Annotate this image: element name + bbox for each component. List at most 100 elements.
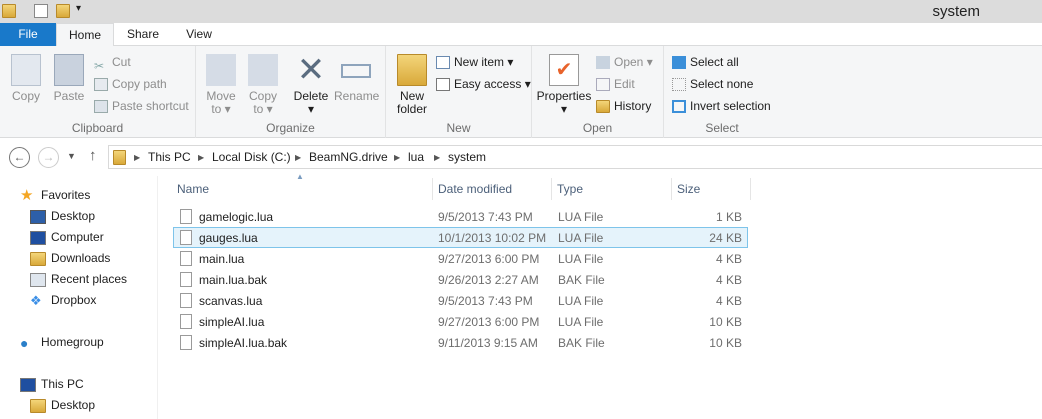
forward-button[interactable]: → [38,147,59,168]
move-to-button[interactable]: Move to ▾ [202,54,240,116]
back-button[interactable]: ← [9,147,30,168]
file-size: 24 KB [709,231,742,245]
copy-path-button[interactable]: Copy path [94,74,167,94]
organize-label: Organize [266,121,315,135]
column-header-size[interactable]: Size [672,178,751,200]
easy-access-button[interactable]: Easy access ▾ [436,74,531,94]
file-date: 9/5/2013 7:43 PM [438,210,533,224]
nav-pc-desktop[interactable]: Desktop [30,395,95,415]
file-size: 10 KB [709,315,742,329]
delete-button[interactable]: ✕ Delete ▾ [292,51,330,116]
file-row[interactable]: simpleAI.lua.bak 9/11/2013 9:15 AM BAK F… [173,332,748,353]
select-none-button[interactable]: Select none [672,74,753,94]
history-icon [596,100,610,114]
nav-favorites[interactable]: ★ Favorites [20,185,90,205]
select-all-button[interactable]: Select all [672,52,739,72]
file-row[interactable]: gauges.lua 10/1/2013 10:02 PM LUA File 2… [173,227,748,248]
column-header-name[interactable]: Name [172,178,433,200]
nav-computer[interactable]: Computer [30,227,104,247]
navigation-pane: ★ Favorites Desktop Computer Downloads Re… [0,176,158,419]
rename-button[interactable]: Rename [334,54,379,103]
new-item-button[interactable]: New item ▾ [436,52,513,72]
easy-access-icon [436,78,450,92]
homegroup-icon: ● [20,334,29,351]
breadcrumb-beamng[interactable]: BeamNG.drive [309,150,388,164]
file-row[interactable]: scanvas.lua 9/5/2013 7:43 PM LUA File 4 … [173,290,748,311]
cut-button[interactable]: ✂ Cut [94,52,131,73]
copy-button[interactable]: Copy [6,54,46,103]
new-folder-button[interactable]: New folder [392,54,432,116]
file-row[interactable]: simpleAI.lua 9/27/2013 6:00 PM LUA File … [173,311,748,332]
column-header-date[interactable]: Date modified [433,178,552,200]
nav-dropbox[interactable]: ❖ Dropbox [30,290,96,310]
move-to-icon [206,54,236,86]
delete-x-icon: ✕ [296,51,326,89]
properties-qa-icon[interactable] [34,4,48,18]
file-size: 1 KB [715,210,742,224]
tab-home[interactable]: Home [56,23,114,47]
file-name: gauges.lua [199,231,258,245]
breadcrumb-separator[interactable]: ▶ [198,153,204,162]
open-label: Open [582,121,613,135]
file-row[interactable]: gamelogic.lua 9/5/2013 7:43 PM LUA File … [173,206,748,227]
breadcrumb-this-pc[interactable]: This PC [148,150,191,164]
open-button[interactable]: Open ▾ [596,52,653,72]
desktop-folder-icon [30,398,46,413]
breadcrumb-separator[interactable]: ▶ [295,153,301,162]
file-type: BAK File [558,336,605,350]
paste-icon [54,54,84,86]
window-title: system [932,3,980,20]
breadcrumb-separator[interactable]: ▶ [134,153,140,162]
file-name: main.lua.bak [199,273,268,287]
file-size: 4 KB [715,273,742,287]
breadcrumb-lua[interactable]: lua [408,150,424,164]
tab-share[interactable]: Share [114,23,172,46]
file-name: main.lua [199,252,245,266]
new-folder-qa-icon[interactable] [56,4,70,18]
breadcrumb-system[interactable]: system [448,150,486,164]
nav-desktop[interactable]: Desktop [30,206,95,226]
history-button[interactable]: History [596,96,651,116]
folder-icon [2,4,16,18]
downloads-icon [30,251,46,266]
file-size: 10 KB [709,336,742,350]
clipboard-label: Clipboard [71,121,124,135]
nav-this-pc[interactable]: This PC [20,374,84,394]
desktop-icon [30,209,46,224]
breadcrumb-separator[interactable]: ▶ [394,153,400,162]
clipboard-group: Copy Paste ✂ Cut Copy path Paste shortcut… [0,46,196,138]
file-size: 4 KB [715,252,742,266]
file-type: LUA File [558,231,604,245]
address-bar[interactable]: ▶ This PC ▶ Local Disk (C:) ▶ BeamNG.dri… [108,145,1042,169]
file-icon [180,230,192,245]
nav-recent-places[interactable]: Recent places [30,269,127,289]
open-icon [596,56,610,70]
tab-view[interactable]: View [172,23,226,46]
pc-icon [20,377,36,392]
recent-locations-dropdown[interactable]: ▼ [67,151,76,161]
column-header-type[interactable]: Type [552,178,672,200]
paste-button[interactable]: Paste [50,54,88,103]
paste-shortcut-button[interactable]: Paste shortcut [94,96,189,116]
nav-homegroup[interactable]: ● Homegroup [20,332,104,352]
new-folder-icon [397,54,427,86]
file-type: LUA File [558,252,604,266]
properties-button[interactable]: ✔ Properties ▾ [536,54,592,116]
organize-group: Move to ▾ Copy to ▾ ✕ Delete ▾ Rename Organi… [196,46,386,138]
file-row[interactable]: main.lua.bak 9/26/2013 2:27 AM BAK File … [173,269,748,290]
file-icon [180,272,192,287]
nav-downloads[interactable]: Downloads [30,248,110,268]
up-button[interactable]: ↑ [89,147,97,164]
edit-button[interactable]: Edit [596,74,635,94]
recent-places-icon [30,272,46,287]
copy-to-button[interactable]: Copy to ▾ [244,54,282,116]
file-name: scanvas.lua [199,294,263,308]
customize-qa-dropdown[interactable]: ▾ [76,3,81,14]
copy-icon [11,54,41,86]
file-row[interactable]: main.lua 9/27/2013 6:00 PM LUA File 4 KB [173,248,748,269]
breadcrumb-local-disk[interactable]: Local Disk (C:) [212,150,291,164]
open-group: ✔ Properties ▾ Open ▾ Edit History Open [532,46,664,138]
invert-selection-button[interactable]: Invert selection [672,96,771,116]
breadcrumb-separator[interactable]: ▶ [434,153,440,162]
tab-file[interactable]: File [0,23,56,46]
